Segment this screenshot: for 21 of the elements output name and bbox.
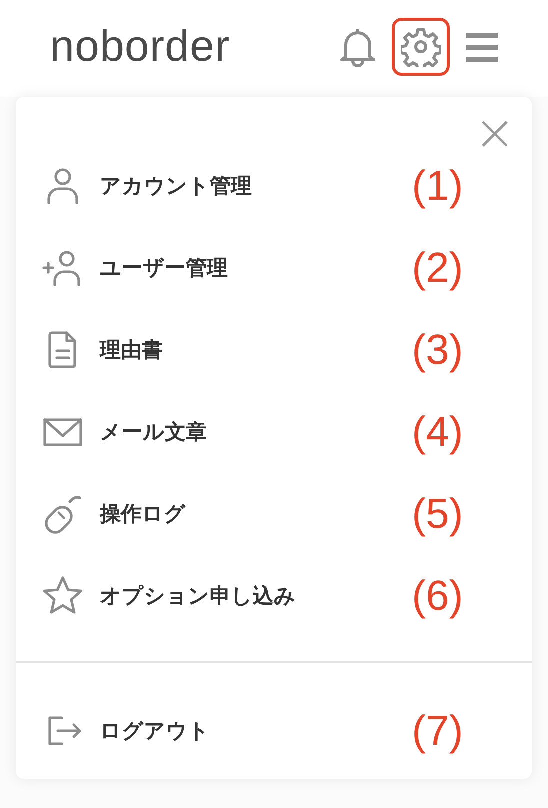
settings-button[interactable] — [392, 18, 450, 76]
settings-icon — [401, 26, 441, 66]
annotation-number: (7) — [412, 707, 464, 755]
menu-item[interactable]: オプション申し込み — [42, 575, 382, 617]
menu-item[interactable]: 理由書 — [42, 329, 382, 371]
close-icon — [480, 119, 510, 149]
annotation-number: (3) — [412, 326, 464, 374]
star-icon — [42, 575, 84, 617]
annotation-number: (4) — [412, 408, 464, 456]
annotation-number: (5) — [412, 490, 464, 538]
menu-item[interactable]: メール文章 — [42, 411, 382, 453]
close-button[interactable] — [480, 119, 510, 149]
annotation-number: (6) — [412, 572, 464, 620]
menu-item[interactable]: 操作ログ — [42, 493, 382, 535]
menu-item[interactable]: ユーザー管理 — [42, 247, 382, 289]
mouse-icon — [42, 493, 84, 535]
logo: noborder — [50, 22, 230, 72]
annotation-number: (1) — [412, 162, 464, 210]
menu-item[interactable]: ログアウト — [42, 710, 382, 752]
menu-item[interactable]: アカウント管理 — [42, 165, 382, 207]
annotation-number: (2) — [412, 244, 464, 292]
